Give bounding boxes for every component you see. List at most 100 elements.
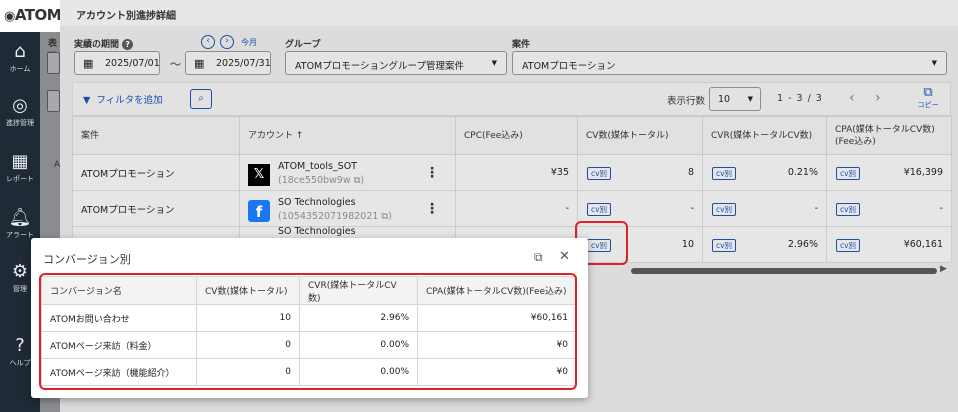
cvr-cell: cv別 2.96% (702, 226, 827, 263)
period-label: 実績の期間? (74, 37, 134, 50)
cpc-cell: ¥35 (455, 154, 578, 191)
prev-page-button[interactable]: ‹ (849, 90, 855, 106)
cvr-cell: cv別 0.21% (702, 154, 827, 191)
copy-button[interactable]: ⧉ コピー (911, 85, 945, 110)
scroll-right-icon[interactable]: ▶ (940, 264, 947, 274)
group-select-value: ATOMプロモーショングループ管理案件 (295, 61, 464, 72)
search-icon: ⌕ (198, 93, 204, 104)
copy-icon: ⧉ (923, 85, 933, 100)
copy-icon[interactable]: ⧉ (534, 250, 543, 265)
bell-icon: 🔔︎ (8, 207, 32, 228)
cvr-value: - (814, 203, 818, 214)
date-separator: 〜 (170, 58, 181, 71)
cpa-value: ¥60,161 (903, 239, 943, 250)
sidebar-item-label: レポート (6, 175, 34, 183)
cv-breakdown-button[interactable]: cv別 (836, 203, 861, 216)
column-header-account[interactable]: アカウント ↑ (239, 116, 456, 155)
calendar-icon: ▦ (194, 57, 205, 70)
home-icon: ⌂ (14, 41, 26, 62)
rows-per-page-select[interactable]: 10 ▼ (709, 87, 761, 111)
more-menu-icon[interactable]: ⋮ (425, 165, 439, 181)
table-row: ATOMプロモーション f SO Technologies (105435207… (72, 190, 952, 227)
prev-month-button[interactable]: ‹ (201, 35, 215, 49)
case-select-value: ATOMプロモーション (522, 61, 616, 72)
sidebar-item-label: 進捗管理 (6, 119, 34, 127)
group-label: グループ (285, 40, 321, 50)
column-header-cpa[interactable]: CPA(媒体トータルCV数)(Fee込み) (826, 116, 952, 155)
pagination-info: 1 - 3 / 3 (777, 93, 822, 104)
sidebar-item-alert[interactable]: 🔔︎ アラート (0, 208, 40, 240)
horizontal-scrollbar[interactable] (631, 268, 937, 274)
account-name: SO Technologies (278, 225, 356, 237)
account-id[interactable]: (18ce550bw9w ⧉) (278, 175, 364, 186)
group-select[interactable]: ATOMプロモーショングループ管理案件 ▼ (285, 51, 507, 75)
cpa-cell: cv別 - (826, 190, 952, 227)
sidebar-item-label: ホーム (9, 65, 31, 73)
next-month-button[interactable]: › (220, 35, 234, 49)
more-menu-icon[interactable]: ⋮ (425, 201, 439, 217)
chevron-down-icon: ▼ (747, 95, 753, 103)
table-row: ATOMプロモーション 𝕏 ATOM_tools_SOT (18ce550bw9… (72, 154, 952, 191)
case-cell: ATOMプロモーション (72, 154, 240, 191)
cv-value: - (690, 203, 694, 214)
this-month-link[interactable]: 今月 (241, 37, 257, 48)
cv-breakdown-button[interactable]: cv別 (587, 167, 612, 180)
cvr-value: 2.96% (787, 239, 818, 250)
atom-logo[interactable]: ◉ATOM (0, 0, 60, 32)
next-page-button[interactable]: › (875, 90, 881, 106)
report-icon: ▦ (11, 151, 29, 172)
highlight-box (39, 273, 577, 390)
panel-header: アカウント別進捗詳細 (60, 0, 958, 26)
sidebar-item-report[interactable]: ▦ レポート (0, 152, 40, 184)
table-header-row: 案件 アカウント ↑ CPC(Fee込み) CV数(媒体トータル) CVR(媒体… (72, 116, 952, 155)
cpa-cell: cv別 ¥60,161 (826, 226, 952, 263)
cv-breakdown-button[interactable]: cv別 (836, 167, 861, 180)
add-filter-button[interactable]: ▼ フィルタを追加 (83, 92, 163, 106)
search-button[interactable]: ⌕ (190, 89, 212, 109)
cpc-cell: - (455, 190, 578, 227)
popup-title: コンバージョン別 (43, 253, 131, 266)
help-icon[interactable]: ? (122, 39, 134, 50)
column-header-cpc[interactable]: CPC(Fee込み) (455, 116, 578, 155)
rows-per-page-value: 10 (718, 94, 731, 105)
cv-breakdown-button[interactable]: cv別 (712, 203, 737, 216)
cvr-value: 0.21% (787, 167, 818, 178)
account-name: SO Technologies (278, 196, 356, 208)
account-name: ATOM_tools_SOT (278, 160, 357, 172)
add-filter-label: フィルタを追加 (96, 95, 163, 106)
cv-breakdown-button[interactable]: cv別 (712, 167, 737, 180)
account-cell: f SO Technologies (1054352071982021 ⧉) ⋮ (239, 190, 456, 227)
page-title: アカウント別進捗詳細 (76, 11, 176, 22)
date-to-value: 2025/07/31 (216, 58, 271, 69)
progress-icon: ◎ (12, 95, 28, 116)
cvr-cell: cv別 - (702, 190, 827, 227)
cv-value: 10 (681, 239, 694, 250)
cv-value: 8 (687, 167, 694, 178)
date-from-field[interactable]: ▦ 2025/07/01 (74, 51, 160, 75)
column-header-cv[interactable]: CV数(媒体トータル) (577, 116, 703, 155)
chevron-down-icon: ▼ (931, 59, 937, 67)
sidebar-item-home[interactable]: ⌂ ホーム (0, 42, 40, 74)
close-icon[interactable]: ✕ (559, 249, 570, 264)
x-logo-icon: 𝕏 (248, 163, 270, 186)
period-label-text: 実績の期間 (74, 40, 120, 50)
cv-breakdown-button[interactable]: cv別 (587, 203, 612, 216)
account-id[interactable]: (1054352071982021 ⧉) (278, 211, 392, 222)
cpa-value: - (939, 203, 943, 214)
cv-breakdown-button[interactable]: cv別 (712, 239, 737, 252)
date-from-value: 2025/07/01 (105, 58, 160, 69)
cpa-cell: cv別 ¥16,399 (826, 154, 952, 191)
sidebar-item-progress[interactable]: ◎ 進捗管理 (0, 96, 40, 128)
cv-breakdown-button[interactable]: cv別 (836, 239, 861, 252)
column-header-case[interactable]: 案件 (72, 116, 240, 155)
column-header-cvr[interactable]: CVR(媒体トータルCV数) (702, 116, 827, 155)
facebook-logo-icon: f (248, 199, 270, 222)
table-toolbar: ▼ フィルタを追加 ⌕ 表示行数 10 ▼ 1 - 3 / 3 ‹ › ⧉ コピー (72, 82, 951, 116)
filter-icon: ▼ (83, 95, 91, 106)
cpa-value: ¥16,399 (903, 167, 943, 178)
case-select[interactable]: ATOMプロモーション ▼ (512, 51, 947, 75)
case-label: 案件 (512, 40, 531, 50)
cv-cell: cv別 8 (577, 154, 703, 191)
date-to-field[interactable]: ▦ 2025/07/31 (185, 51, 271, 75)
case-cell: ATOMプロモーション (72, 190, 240, 227)
